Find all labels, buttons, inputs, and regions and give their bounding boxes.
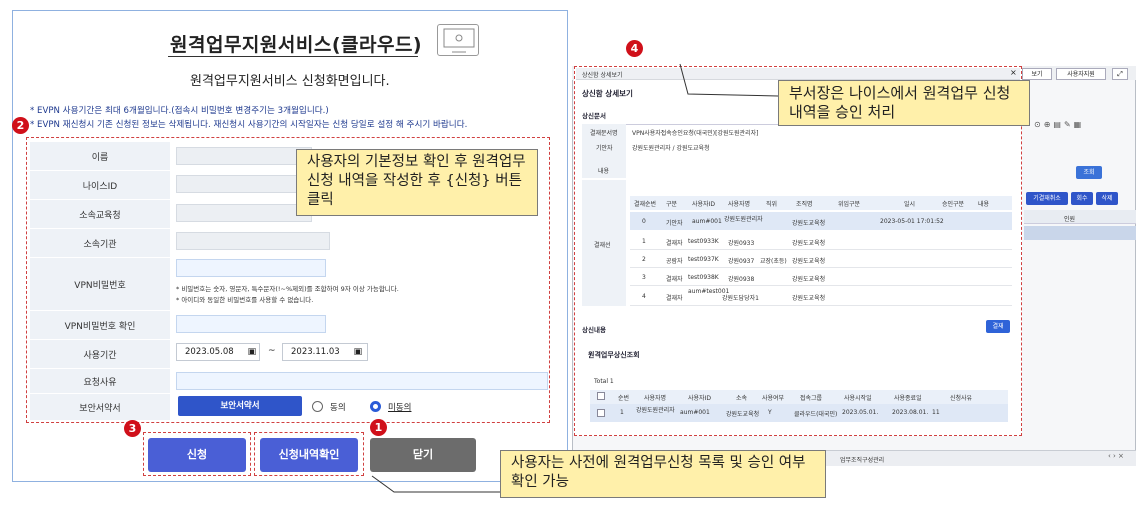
connector-lines [371,63,779,493]
